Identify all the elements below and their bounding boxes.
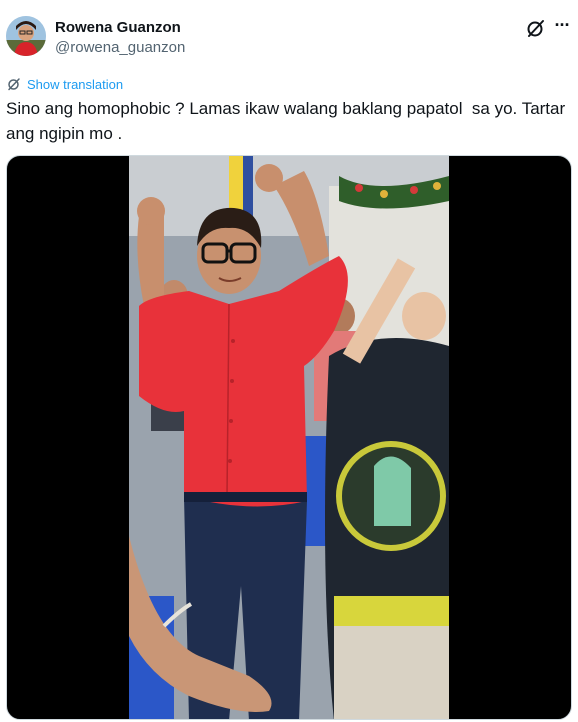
video-media[interactable] — [6, 155, 572, 720]
user-handle[interactable]: @rowena_guanzon — [55, 39, 185, 56]
more-icon[interactable]: ··· — [551, 16, 573, 38]
grok-icon[interactable] — [524, 16, 548, 40]
translate-icon — [6, 76, 22, 92]
display-name[interactable]: Rowena Guanzon — [55, 19, 181, 36]
show-translation-label[interactable]: Show translation — [27, 77, 123, 92]
video-frame — [129, 156, 449, 719]
tweet-header: Rowena Guanzon @rowena_guanzon ··· — [0, 0, 578, 70]
tweet-text: Sino ang homophobic ? Lamas ikaw walang … — [6, 99, 570, 143]
avatar[interactable] — [6, 16, 46, 56]
show-translation-link[interactable]: Show translation — [6, 75, 123, 93]
